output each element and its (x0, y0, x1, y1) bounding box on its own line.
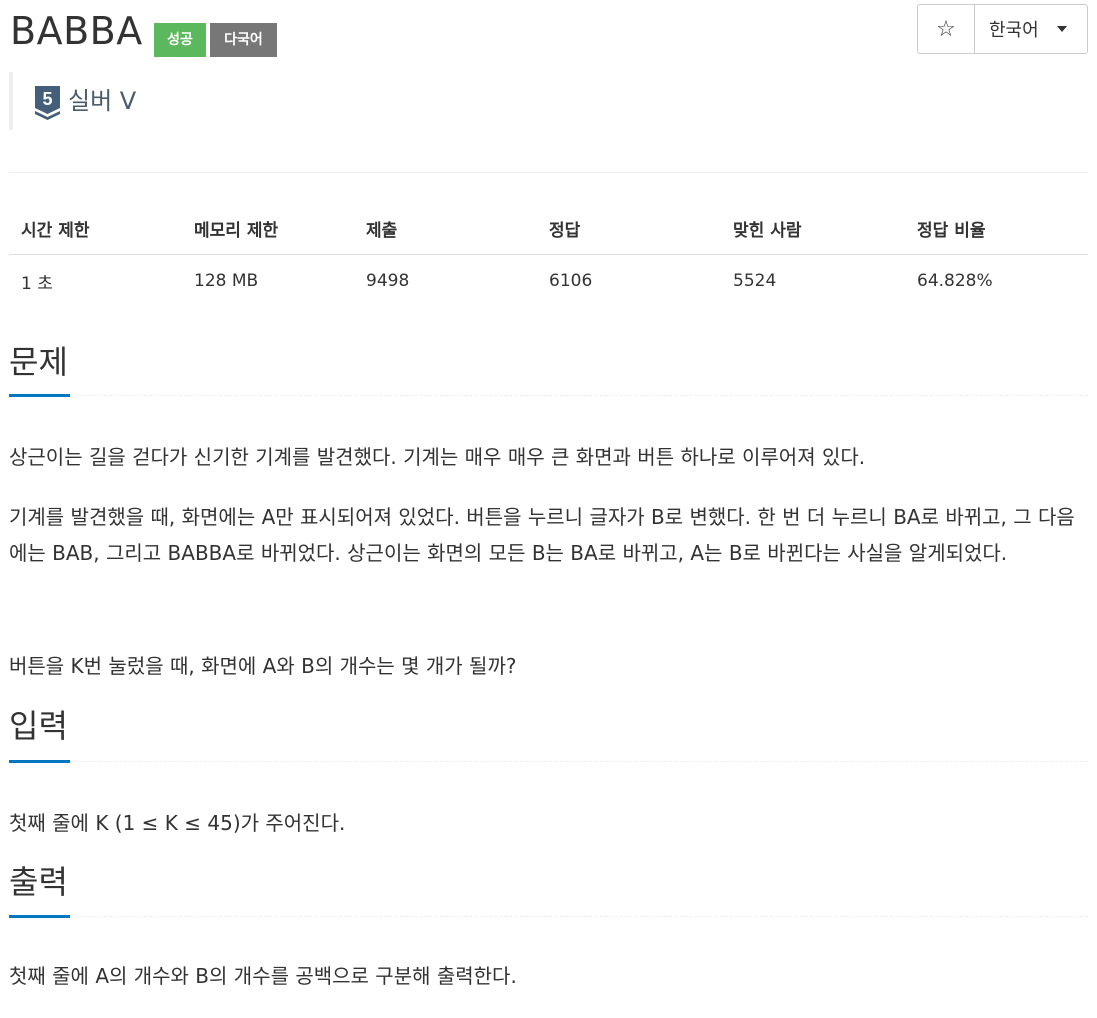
tier-badge-icon[interactable]: 5 (35, 86, 60, 120)
description-paragraph: 버튼을 K번 눌렀을 때, 화면에 A와 B의 개수는 몇 개가 될까? (9, 654, 517, 678)
table-header: 제출 (366, 221, 398, 241)
section-title-output: 출력 (9, 863, 68, 901)
section-divider (9, 916, 1088, 917)
table-cell-ratio: 64.828% (917, 271, 993, 291)
table-cell-submissions[interactable]: 9498 (354, 271, 537, 291)
multilang-badge[interactable]: 다국어 (210, 23, 277, 57)
language-dropdown[interactable]: 한국어 (975, 5, 1087, 53)
table-cell-memory-limit: 128 MB (194, 271, 259, 291)
section-divider (9, 761, 1088, 762)
table-header: 정답 비율 (917, 221, 986, 241)
caret-down-icon (1056, 26, 1067, 32)
problem-info-table: 시간 제한 메모리 제한 제출 정답 맞힌 사람 정답 비율 1 초 128 M… (9, 203, 1088, 307)
star-icon: ☆ (936, 16, 956, 42)
table-header: 시간 제한 (21, 221, 90, 241)
favorite-button[interactable]: ☆ (918, 5, 975, 53)
table-cell-solvers[interactable]: 5524 (721, 271, 905, 291)
section-underline (9, 760, 70, 763)
input-text: 첫째 줄에 K (1 ≤ K ≤ 45)가 주어진다. (9, 811, 346, 835)
section-title-input: 입력 (9, 707, 68, 745)
problem-header: BABBA 성공 다국어 ☆ 한국어 (9, 0, 1088, 62)
table-header: 정답 (549, 221, 581, 241)
table-header: 메모리 제한 (194, 221, 279, 241)
solved-badge: 성공 (154, 23, 206, 57)
table-row: 1 초 128 MB 9498 6106 5524 64.828% (9, 255, 1088, 307)
table-header: 맞힌 사람 (733, 221, 802, 241)
tier-box: 5 실버 V (9, 72, 136, 130)
problem-page: BABBA 성공 다국어 ☆ 한국어 5 실버 V 시간 제한 메모리 제한 제… (0, 0, 1097, 1018)
language-label: 한국어 (989, 20, 1039, 41)
table-cell-accepted[interactable]: 6106 (537, 271, 721, 291)
section-underline (9, 394, 70, 397)
problem-title: BABBA (10, 9, 143, 53)
section-title-description: 문제 (9, 343, 68, 381)
section-underline (9, 915, 70, 918)
tier-number: 5 (42, 89, 52, 109)
table-header-row: 시간 제한 메모리 제한 제출 정답 맞힌 사람 정답 비율 (9, 203, 1088, 255)
description-paragraph: 상근이는 길을 걷다가 신기한 기계를 발견했다. 기계는 매우 매우 큰 화면… (9, 445, 866, 469)
problem-actions: ☆ 한국어 (917, 4, 1088, 54)
section-divider (9, 395, 1088, 396)
output-text: 첫째 줄에 A의 개수와 B의 개수를 공백으로 구분해 출력한다. (9, 964, 517, 988)
table-cell-time-limit: 1 초 (21, 273, 53, 294)
tier-name: 실버 V (68, 87, 137, 115)
divider (9, 172, 1088, 173)
description-paragraph: 기계를 발견했을 때, 화면에는 A만 표시되어져 있었다. 버튼을 누르니 글… (9, 505, 1075, 565)
